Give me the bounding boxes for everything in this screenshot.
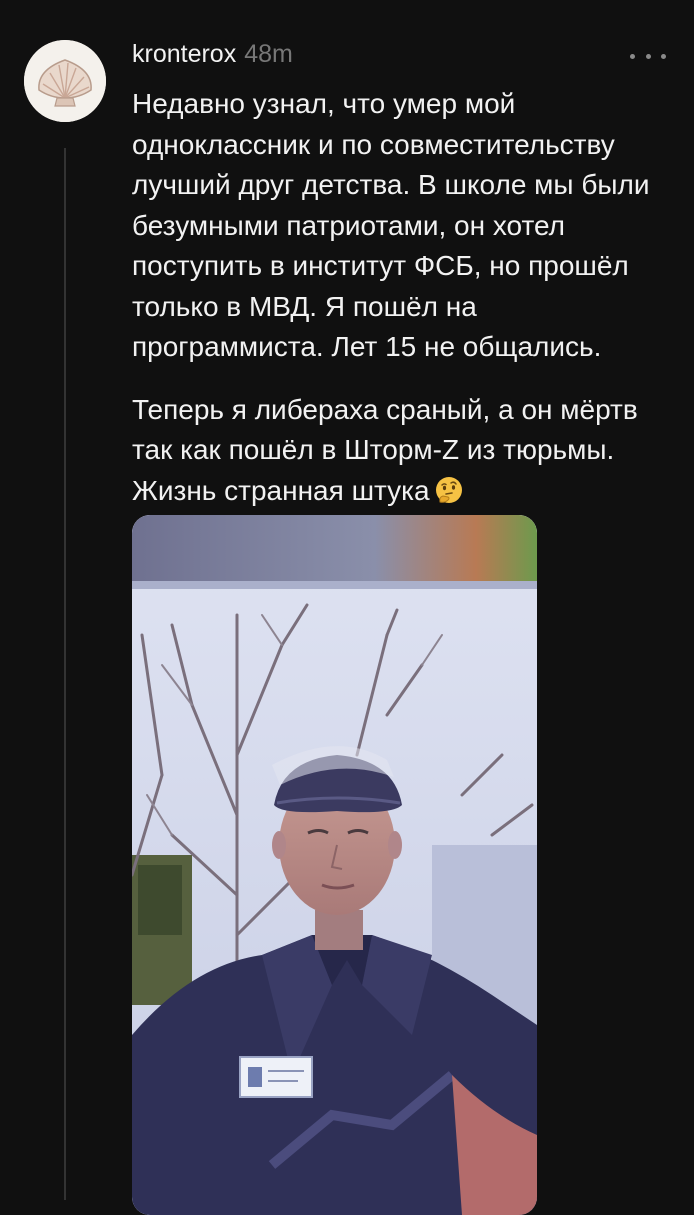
thread-post: kronterox 48m Недавно узнал, что умер мо… — [0, 0, 694, 1215]
username[interactable]: kronterox — [132, 40, 236, 69]
ellipsis-icon — [661, 53, 666, 59]
more-options-button[interactable] — [630, 44, 666, 68]
ellipsis-icon — [645, 53, 651, 59]
post-paragraph-with-emoji: Теперь я либераха сраный, а он мёртв так… — [132, 390, 672, 512]
portrait-photo — [132, 515, 537, 1215]
post-paragraph: Недавно узнал, что умер мой одноклассник… — [132, 88, 650, 362]
timestamp: 48m — [244, 40, 293, 68]
post-photo[interactable] — [132, 515, 537, 1215]
post-body: Недавно узнал, что умер мой одноклассник… — [132, 84, 672, 511]
ellipsis-icon — [630, 53, 635, 59]
thread-line — [64, 148, 66, 1200]
thinking-face-icon — [435, 476, 462, 503]
avatar[interactable] — [24, 40, 106, 122]
post-paragraph: Теперь я либераха сраный, а он мёртв так… — [132, 393, 638, 506]
seashell-icon — [24, 40, 106, 122]
post-header: kronterox 48m — [132, 40, 293, 74]
